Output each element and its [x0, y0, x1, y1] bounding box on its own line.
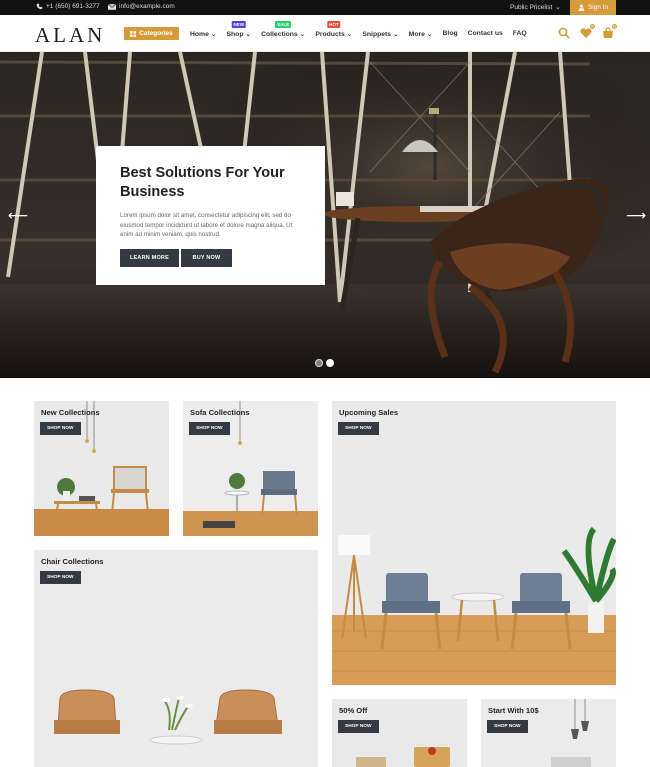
slider-dot[interactable]: [315, 359, 323, 367]
categories-label: Categories: [139, 30, 173, 37]
cart-count-badge: 0: [611, 23, 618, 30]
learn-more-button[interactable]: LEARN MORE: [120, 248, 179, 267]
nav-label: Blog: [442, 30, 458, 37]
collection-tile[interactable]: New Collections SHOP NOW: [34, 401, 169, 536]
nav-label: Contact us: [467, 30, 503, 37]
shop-now-button[interactable]: SHOP NOW: [338, 422, 379, 435]
tile-title: Start With 10$: [488, 706, 539, 715]
tile-title: Upcoming Sales: [339, 408, 399, 417]
email-address: info@example.com: [119, 3, 175, 10]
sign-in-button[interactable]: Sign In: [570, 0, 616, 15]
pricelist-dropdown[interactable]: Public Pricelist ⌄: [510, 3, 561, 12]
hero-description: Lorem ipsum dolor sit amet, consectetur …: [120, 212, 293, 238]
shop-now-button[interactable]: SHOP NOW: [338, 720, 379, 733]
arrow-right-icon[interactable]: ⟶: [626, 207, 646, 224]
chevron-down-icon: ⌄: [424, 31, 433, 38]
phone-contact[interactable]: +1 (650) 691-3277: [36, 3, 100, 10]
tile-title: New Collections: [41, 408, 100, 417]
nav-item-blog[interactable]: Blog: [443, 30, 458, 38]
nav-label: FAQ: [512, 30, 527, 37]
tile-title: 50% Off: [339, 706, 368, 715]
main-header: ALAN Categories Home ⌄ Shop ⌄ NEW Collectio…: [0, 15, 650, 52]
envelope-icon: [108, 3, 116, 10]
top-bar: +1 (650) 691-3277 info@example.com Publi…: [0, 0, 650, 15]
wishlist-count-badge: 0: [589, 23, 596, 30]
arrow-left-icon[interactable]: ⟵: [8, 207, 28, 224]
tile-title: Chair Collections: [41, 557, 104, 566]
pricelist-label: Public Pricelist: [510, 3, 553, 11]
hero-title: Best Solutions For Your Business: [120, 165, 285, 200]
hero-buttons: LEARN MORE BUY NOW: [120, 248, 301, 267]
nav-label: Products: [315, 31, 345, 38]
phone-icon: [36, 3, 43, 10]
nav-item-home[interactable]: Home ⌄: [190, 30, 216, 38]
nav-badge: HOT: [327, 21, 341, 28]
shop-now-button[interactable]: SHOP NOW: [189, 422, 230, 435]
header-icons: 0 0: [558, 23, 618, 39]
shop-now-button[interactable]: SHOP NOW: [487, 720, 528, 733]
nav-label: More: [408, 31, 425, 38]
sign-in-label: Sign In: [587, 4, 609, 11]
nav-label: Shop: [226, 31, 244, 38]
nav-item-contact-us[interactable]: Contact us: [468, 30, 503, 38]
nav-item-shop[interactable]: Shop ⌄ NEW: [226, 21, 252, 38]
nav-badge: SALE: [275, 21, 292, 28]
collection-tile[interactable]: 50% Off SHOP NOW: [332, 699, 467, 767]
main-nav: Home ⌄ Shop ⌄ NEW Collections ⌄ SALE Products…: [190, 21, 537, 38]
user-icon: [578, 4, 585, 11]
heart-icon[interactable]: 0: [580, 23, 596, 38]
nav-item-more[interactable]: More ⌄: [409, 30, 433, 38]
chevron-down-icon: ⌄: [243, 31, 252, 38]
shop-now-button[interactable]: SHOP NOW: [40, 571, 81, 584]
hero-slider: Best Solutions For Your Business Lorem i…: [0, 52, 650, 378]
cart-icon[interactable]: 0: [602, 23, 618, 38]
grid-icon: [130, 30, 137, 37]
upcoming-sales-image: [332, 401, 616, 685]
nav-item-faq[interactable]: FAQ: [513, 30, 527, 38]
nav-item-products[interactable]: Products ⌄ HOT: [315, 21, 353, 38]
nav-label: Collections: [261, 31, 298, 38]
tile-title: Sofa Collections: [190, 408, 250, 417]
nav-label: Snippets: [362, 31, 392, 38]
collection-tile[interactable]: Sofa Collections SHOP NOW: [183, 401, 318, 536]
nav-label: Home: [190, 31, 209, 38]
buy-now-button[interactable]: BUY NOW: [181, 248, 232, 267]
collection-tile[interactable]: Chair Collections SHOP NOW: [34, 550, 318, 767]
hero-card: Best Solutions For Your Business Lorem i…: [96, 146, 325, 285]
slider-dot[interactable]: [326, 359, 334, 367]
email-contact[interactable]: info@example.com: [108, 3, 175, 10]
chevron-down-icon: ⌄: [555, 4, 561, 11]
phone-number: +1 (650) 691-3277: [46, 3, 100, 10]
nav-item-collections[interactable]: Collections ⌄ SALE: [261, 21, 306, 38]
search-icon[interactable]: [558, 26, 570, 39]
chevron-down-icon: ⌄: [208, 31, 217, 38]
collection-tile[interactable]: Upcoming Sales SHOP NOW: [332, 401, 616, 685]
nav-badge: NEW: [231, 21, 247, 28]
categories-button[interactable]: Categories: [124, 27, 179, 40]
shop-now-button[interactable]: SHOP NOW: [40, 422, 81, 435]
chevron-down-icon: ⌄: [297, 31, 306, 38]
slider-dots: [315, 359, 334, 367]
collection-tile[interactable]: Start With 10$ SHOP NOW: [481, 699, 616, 767]
chevron-down-icon: ⌄: [391, 31, 399, 38]
site-logo[interactable]: ALAN: [35, 23, 105, 48]
nav-item-snippets[interactable]: Snippets ⌄: [362, 30, 398, 38]
chevron-down-icon: ⌄: [344, 31, 353, 38]
